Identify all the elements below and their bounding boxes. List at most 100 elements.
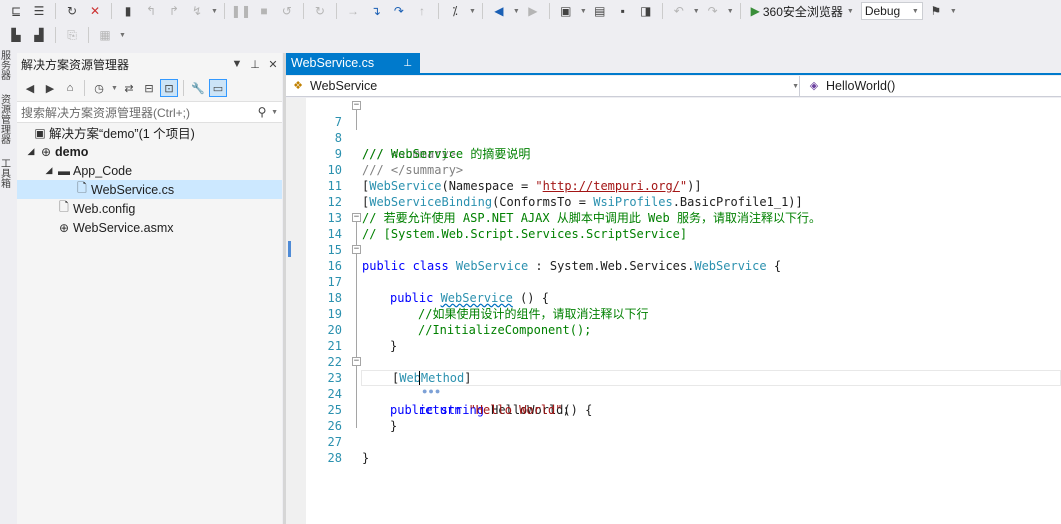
resource-explorer-tab[interactable]: 资源管理器 xyxy=(1,96,11,146)
globe-icon: ⊕ xyxy=(40,144,52,159)
pin-icon[interactable]: ⊥ xyxy=(403,58,412,69)
collapse-icon[interactable]: − xyxy=(352,213,361,222)
pending-changes-icon[interactable]: ◷ xyxy=(90,79,108,97)
navigate-forward-icon[interactable]: ▶ xyxy=(523,2,543,20)
new-project-icon[interactable]: ▣ xyxy=(556,2,576,20)
run-button[interactable]: ▶ 360安全浏览器 ▼ xyxy=(747,2,858,20)
csharp-file-icon: 🗋 xyxy=(77,181,87,195)
solution-explorer-title-bar: 解决方案资源管理器 ▼ ⊥ ✕ xyxy=(17,53,282,75)
show-next-statement-icon[interactable]: → xyxy=(343,2,363,20)
remove-breakpoint-icon[interactable]: ✕ xyxy=(85,2,105,20)
collapse-all-icon[interactable]: ⊟ xyxy=(140,79,158,97)
type-dropdown[interactable]: ❖ WebService ▼ xyxy=(286,76,800,96)
toolbox-tab[interactable]: 工具箱 xyxy=(1,160,11,190)
chevron-down-icon[interactable]: ▼ xyxy=(950,8,957,15)
search-icon[interactable]: ⚲ xyxy=(254,104,270,120)
tree-item-app-code[interactable]: ◢ ▬ App_Code xyxy=(17,161,282,180)
chevron-down-icon[interactable]: ▼ xyxy=(727,8,734,15)
code-line: 13 // [System.Web.Script.Services.Script… xyxy=(306,194,1061,241)
restart-icon[interactable]: ↺ xyxy=(277,2,297,20)
toolbar-separator xyxy=(55,27,56,43)
chevron-down-icon[interactable]: ▼ xyxy=(271,109,278,116)
grid-icon[interactable]: ▦ xyxy=(95,26,115,44)
redo-icon[interactable]: ↷ xyxy=(703,2,723,20)
tree-item-solution[interactable]: ▣ 解决方案“demo”(1 个项目) xyxy=(17,123,282,142)
toolbar-separator xyxy=(481,3,483,19)
collapse-icon[interactable]: − xyxy=(352,245,361,254)
step-into-icon[interactable]: ↴ xyxy=(366,2,386,20)
forward-icon[interactable]: ▶ xyxy=(41,79,59,97)
toolbar-separator xyxy=(548,3,550,19)
toolbar-separator xyxy=(223,3,225,19)
close-icon[interactable]: ✕ xyxy=(264,55,282,73)
refresh-icon[interactable]: ↻ xyxy=(310,2,330,20)
stop-icon[interactable]: ■ xyxy=(254,2,274,20)
publish-icon[interactable]: ⎘ xyxy=(62,26,82,44)
tree-item-project[interactable]: ◢ ⊕ demo xyxy=(17,142,282,161)
prev-bookmark-icon[interactable]: ↰ xyxy=(141,2,161,20)
bookmark-icon[interactable]: ▮ xyxy=(118,2,138,20)
rebuild-icon[interactable]: ▟ xyxy=(29,26,49,44)
smart-tag-icon[interactable]: ●●● xyxy=(422,386,441,396)
chevron-down-icon[interactable]: ▼ xyxy=(469,8,476,15)
code-line: 25 } xyxy=(306,386,1061,433)
expanded-arrow-icon[interactable]: ◢ xyxy=(43,165,55,176)
chevron-down-icon[interactable]: ▼ xyxy=(513,8,520,15)
tree-item-webservice-asmx[interactable]: ⊕ WebService.asmx xyxy=(17,218,282,237)
new-breakpoint-icon[interactable]: ↻ xyxy=(62,2,82,20)
code-line: 12 // 若要允许使用 ASP.NET AJAX 从脚本中调用此 Web 服务… xyxy=(306,178,1061,225)
expanded-arrow-icon[interactable]: ◢ xyxy=(25,146,37,157)
show-all-files-icon[interactable]: ⊡ xyxy=(159,79,178,97)
collapse-icon[interactable]: − xyxy=(352,101,361,110)
search-input[interactable]: 搜索解决方案资源管理器(Ctrl+;) xyxy=(21,104,254,121)
pin-icon[interactable]: ⊥ xyxy=(246,55,264,73)
tab-webservice-cs[interactable]: WebService.cs ⊥ xyxy=(286,53,420,73)
next-bookmark-icon[interactable]: ↱ xyxy=(164,2,184,20)
properties-icon[interactable]: 🔧 xyxy=(189,79,207,97)
toolbar-separator xyxy=(437,3,439,19)
step-out-icon[interactable]: ↑ xyxy=(412,2,432,20)
type-dropdown-value: WebService xyxy=(310,79,378,93)
tree-item-web-config[interactable]: 🗋 Web.config xyxy=(17,199,282,218)
code-editor[interactable]: 7 − /// <summary> 8 /// WebService 的摘要说明… xyxy=(286,98,1061,524)
chevron-down-icon[interactable]: ▼ xyxy=(111,85,118,92)
method-icon: ◈ xyxy=(809,79,819,92)
navigate-back-icon[interactable]: ◀ xyxy=(489,2,509,20)
align-left-icon[interactable]: ⊑ xyxy=(6,2,26,20)
server-explorer-tab[interactable]: 服务器 xyxy=(1,52,11,82)
tree-item-label: WebService.cs xyxy=(91,182,175,197)
step-over-icon[interactable]: ↷ xyxy=(389,2,409,20)
pause-icon[interactable]: ❚❚ xyxy=(231,2,251,20)
collapse-icon[interactable]: − xyxy=(352,357,361,366)
chevron-down-icon[interactable]: ▼ xyxy=(211,8,218,15)
chevron-down-icon[interactable]: ▼ xyxy=(580,8,587,15)
indicator-margin[interactable] xyxy=(286,98,306,524)
save-all-icon[interactable]: ◨ xyxy=(636,2,656,20)
member-dropdown[interactable]: ◈ HelloWorld() xyxy=(802,76,1061,96)
toolbar-separator xyxy=(84,80,85,96)
code-line: 19 //InitializeComponent(); xyxy=(306,290,1061,337)
comment-out-icon[interactable]: ⁒ xyxy=(445,2,465,20)
toolbar-separator xyxy=(182,80,184,96)
chevron-down-icon[interactable]: ▼ xyxy=(693,8,700,15)
find-in-files-icon[interactable]: ⚑ xyxy=(926,2,946,20)
solution-explorer-search[interactable]: 搜索解决方案资源管理器(Ctrl+;) ⚲ ▼ xyxy=(17,101,282,123)
align-list-icon[interactable]: ☰ xyxy=(29,2,49,20)
sync-icon[interactable]: ⇄ xyxy=(120,79,138,97)
configuration-select[interactable]: Debug ▼ xyxy=(860,2,923,20)
chevron-down-icon: ▼ xyxy=(911,7,919,15)
code-line: 10 [WebService(Namespace = "http://tempu… xyxy=(306,146,1061,193)
tree-item-webservice-cs[interactable]: 🗋 WebService.cs xyxy=(17,180,282,199)
build-icon[interactable]: ▙ xyxy=(6,26,26,44)
play-icon: ▶ xyxy=(750,4,760,18)
chevron-down-icon[interactable]: ▼ xyxy=(119,32,126,39)
save-icon[interactable]: ▪ xyxy=(613,2,633,20)
home-icon[interactable]: ⌂ xyxy=(61,79,79,97)
clear-bookmarks-icon[interactable]: ↯ xyxy=(187,2,207,20)
open-file-icon[interactable]: ▤ xyxy=(590,2,610,20)
back-icon[interactable]: ◀ xyxy=(21,79,39,97)
chevron-down-icon: ▼ xyxy=(846,7,854,15)
window-menu-icon[interactable]: ▼ xyxy=(228,55,246,73)
preview-icon[interactable]: ▭ xyxy=(208,79,227,97)
undo-icon[interactable]: ↶ xyxy=(669,2,689,20)
